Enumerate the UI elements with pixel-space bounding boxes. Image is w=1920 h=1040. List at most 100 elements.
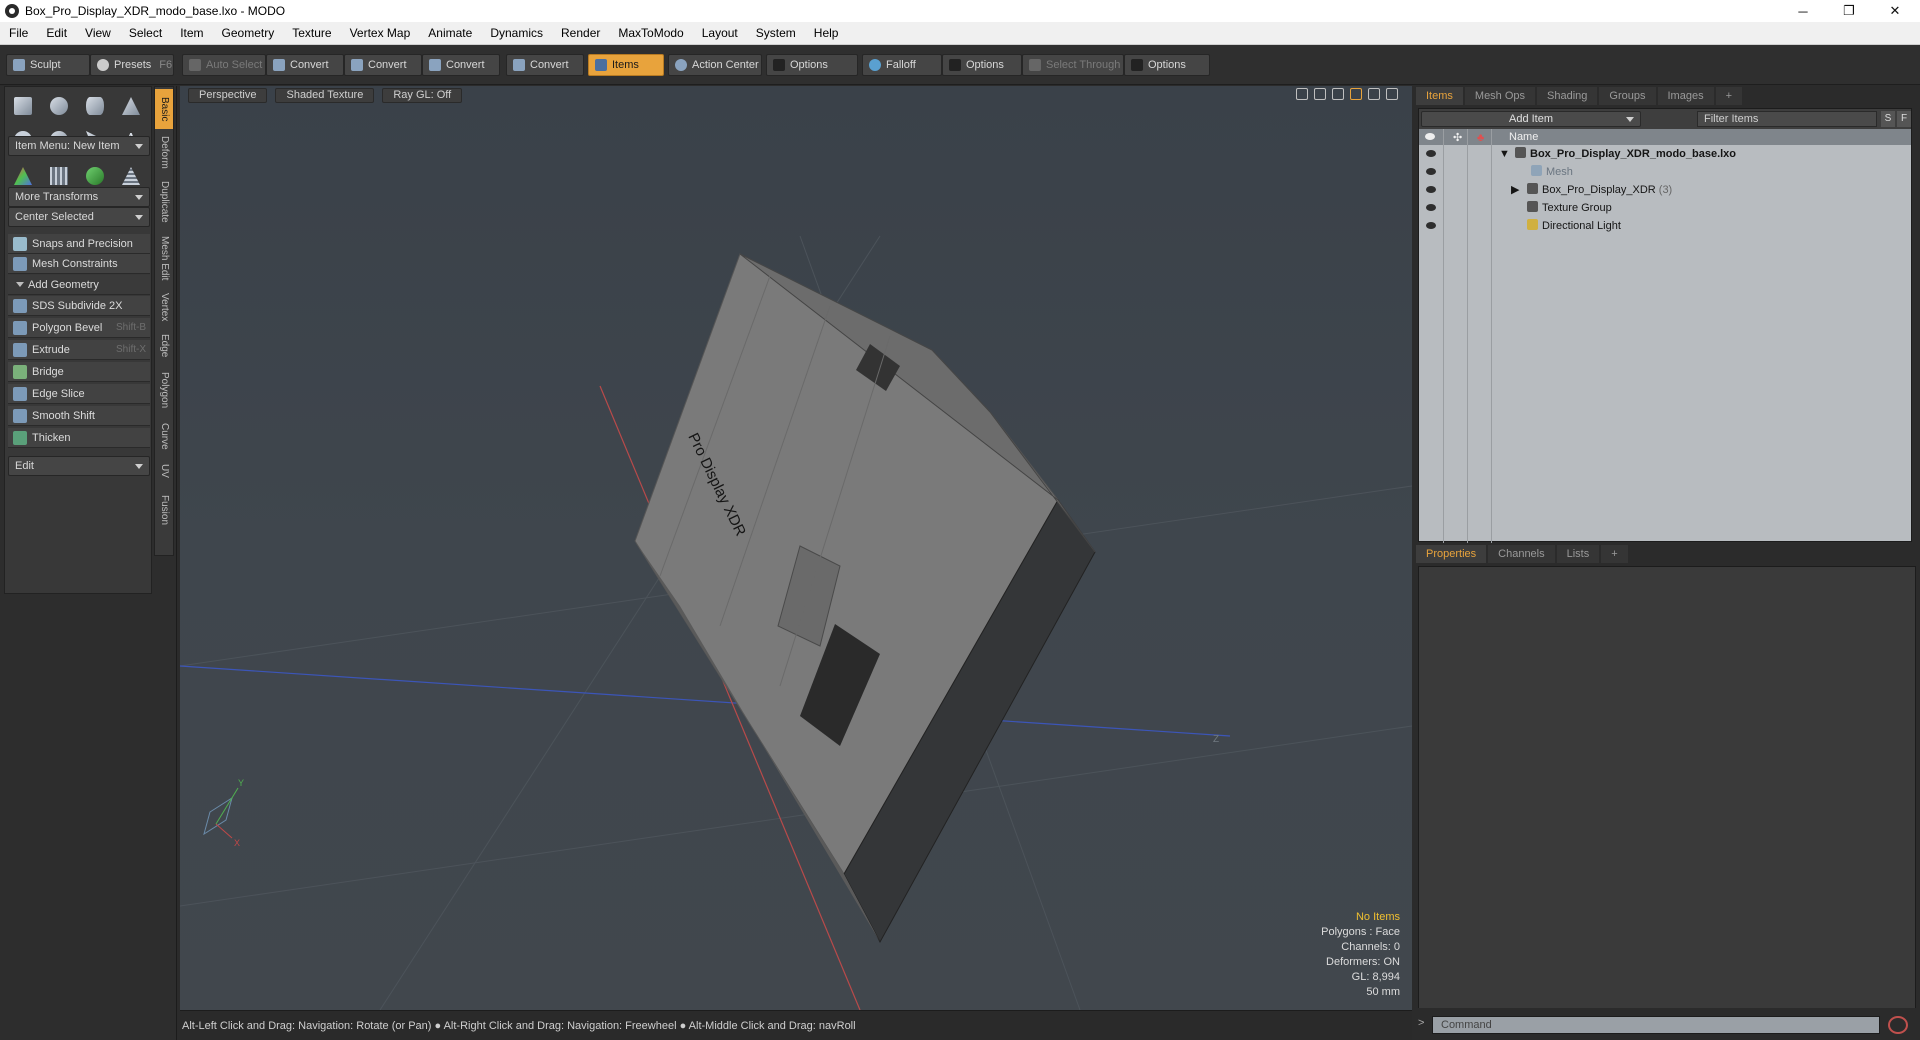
tab-fusion[interactable]: Fusion [155,487,173,533]
list-item[interactable]: ▶ Box_Pro_Display_XDR (3) [1419,181,1911,199]
edge-slice-button[interactable]: Edge Slice [8,384,150,404]
list-item[interactable]: Texture Group [1419,199,1911,217]
filter-s-button[interactable]: S [1881,111,1895,127]
list-item[interactable]: Mesh [1419,163,1911,181]
sds-subdivide-button[interactable]: SDS Subdivide 2X [8,296,150,316]
pan-icon[interactable] [1296,88,1308,100]
thicken-button[interactable]: Thicken [8,428,150,448]
menu-vertex-map[interactable]: Vertex Map [341,22,420,45]
tab-properties[interactable]: Properties [1416,545,1487,563]
add-tab-button[interactable]: + [1715,87,1743,105]
add-tab-button[interactable]: + [1601,545,1628,563]
fit-icon[interactable] [1350,88,1362,100]
menu-item[interactable]: Item [171,22,212,45]
add-item-dropdown[interactable]: Add Item [1421,111,1641,127]
menu-file[interactable]: File [0,22,37,45]
smooth-shift-button[interactable]: Smooth Shift [8,406,150,426]
add-geometry-section[interactable]: Add Geometry [8,275,150,295]
auto-select-button[interactable]: Auto Select [182,54,266,76]
mesh-constraints-button[interactable]: Mesh Constraints [8,254,150,274]
minimize-icon[interactable]: ─ [1780,0,1826,22]
edit-dropdown[interactable]: Edit [8,456,150,476]
filter-f-button[interactable]: F [1897,111,1911,127]
cone-icon[interactable] [116,91,146,121]
item-menu-dropdown[interactable]: Item Menu: New Item [8,136,150,156]
view-perspective-button[interactable]: Perspective [188,87,268,103]
tab-curve[interactable]: Curve [155,417,173,455]
viewport-settings-icon[interactable] [1368,88,1380,100]
falloff-button[interactable]: Falloff [862,54,942,76]
tab-lists[interactable]: Lists [1556,545,1600,563]
eye-icon[interactable] [1426,222,1436,229]
command-history-icon[interactable] [1888,1016,1908,1034]
menu-dynamics[interactable]: Dynamics [481,22,552,45]
command-input[interactable]: Command [1432,1016,1880,1034]
extrude-button[interactable]: Extrude Shift-X [8,340,150,360]
convert-materials-button[interactable]: Convert [506,54,584,76]
tab-uv[interactable]: UV [155,457,173,485]
convert-edges-button[interactable]: Convert [344,54,422,76]
restore-icon[interactable]: ❐ [1826,0,1872,22]
list-item[interactable]: ▼ Box_Pro_Display_XDR_modo_base.lxo [1419,145,1911,163]
3d-viewport[interactable]: Pro Display XDR Y X Z Perspective Shaded… [180,86,1412,1010]
menu-edit[interactable]: Edit [37,22,76,45]
sculpt-button[interactable]: Sculpt [6,54,90,76]
tab-groups[interactable]: Groups [1599,87,1656,105]
tab-basic[interactable]: Basic [155,89,173,129]
bridge-button[interactable]: Bridge [8,362,150,382]
menu-animate[interactable]: Animate [419,22,481,45]
menu-render[interactable]: Render [552,22,609,45]
name-column-header[interactable]: Name [1509,129,1538,145]
tab-images[interactable]: Images [1657,87,1714,105]
tab-items[interactable]: Items [1416,87,1463,105]
expand-arrow-icon[interactable]: ▶ [1511,181,1519,199]
viewport-scene[interactable]: Pro Display XDR Y X Z [180,86,1412,1010]
tab-shading[interactable]: Shading [1537,87,1598,105]
tab-mesh-edit[interactable]: Mesh Edit [155,231,173,285]
convert-vertices-button[interactable]: Convert [266,54,344,76]
cube-icon[interactable] [8,91,38,121]
menu-view[interactable]: View [76,22,120,45]
select-through-options-button[interactable]: Options [1124,54,1210,76]
sphere-icon[interactable] [44,91,74,121]
eye-icon[interactable] [1426,150,1436,157]
zoom-icon[interactable] [1332,88,1344,100]
expand-arrow-icon[interactable]: ▼ [1499,145,1510,163]
menu-select[interactable]: Select [120,22,171,45]
menu-texture[interactable]: Texture [283,22,340,45]
cylinder-icon[interactable] [80,91,110,121]
tab-vertex[interactable]: Vertex [155,287,173,327]
tab-channels[interactable]: Channels [1488,545,1555,563]
tab-polygon[interactable]: Polygon [155,365,173,415]
action-center-button[interactable]: Action Center [668,54,762,76]
tab-mesh-ops[interactable]: Mesh Ops [1464,87,1536,105]
items-mode-button[interactable]: Items [588,54,664,76]
menu-maxtomodo[interactable]: MaxToModo [609,22,692,45]
rotate-icon[interactable] [1314,88,1326,100]
tab-deform[interactable]: Deform [155,131,173,173]
polygon-bevel-button[interactable]: Polygon Bevel Shift-B [8,318,150,338]
menu-system[interactable]: System [747,22,805,45]
falloff-options-button[interactable]: Options [942,54,1022,76]
shading-mode-button[interactable]: Shaded Texture [275,87,375,103]
action-center-options-button[interactable]: Options [766,54,858,76]
select-through-button[interactable]: Select Through [1022,54,1124,76]
tab-edge[interactable]: Edge [155,329,173,363]
menu-layout[interactable]: Layout [693,22,747,45]
box-model[interactable]: Pro Display XDR [634,253,1096,944]
list-item[interactable]: Directional Light [1419,217,1911,235]
snaps-and-precision-button[interactable]: Snaps and Precision [8,234,150,254]
menu-geometry[interactable]: Geometry [213,22,284,45]
presets-button[interactable]: Presets F6 [90,54,174,76]
center-selected-dropdown[interactable]: Center Selected [8,207,150,227]
viewport-expand-icon[interactable] [1386,88,1398,100]
raygl-toggle[interactable]: Ray GL: Off [382,87,463,103]
eye-icon[interactable] [1426,168,1436,175]
close-icon[interactable]: ✕ [1872,0,1918,22]
eye-icon[interactable] [1426,186,1436,193]
menu-help[interactable]: Help [805,22,848,45]
more-transforms-dropdown[interactable]: More Transforms [8,187,150,207]
eye-icon[interactable] [1426,204,1436,211]
filter-items-input[interactable]: Filter Items [1697,111,1877,127]
convert-polygons-button[interactable]: Convert [422,54,500,76]
